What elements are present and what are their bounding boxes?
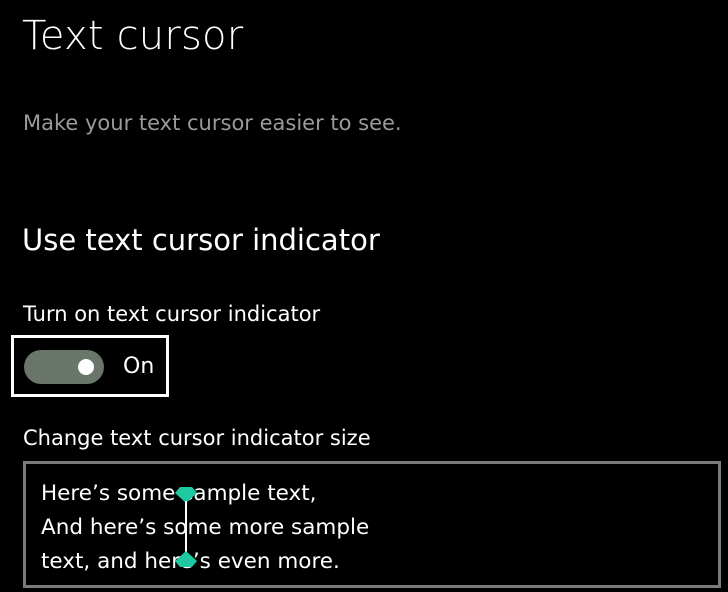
settings-page: Text cursor Make your text cursor easier… xyxy=(0,0,728,592)
text-cursor-indicator-toggle[interactable]: On xyxy=(11,335,169,397)
toggle-state-text: On xyxy=(123,354,155,379)
page-description: Make your text cursor easier to see. xyxy=(23,111,402,135)
preview-line-1: Here’s some sample text, xyxy=(41,481,317,506)
preview-line-3: text, and here’s even more. xyxy=(41,549,340,574)
indicator-preview-box: Here’s some sample text, And here’s some… xyxy=(23,461,721,588)
toggle-label: Turn on text cursor indicator xyxy=(23,302,321,326)
toggle-knob[interactable] xyxy=(78,359,94,375)
size-label: Change text cursor indicator size xyxy=(23,426,371,450)
page-title: Text cursor xyxy=(22,13,244,59)
text-cursor-indicator-icon xyxy=(175,487,197,567)
section-heading: Use text cursor indicator xyxy=(22,223,380,257)
preview-text: Here’s some sample text, And here’s some… xyxy=(41,477,369,579)
toggle-track[interactable] xyxy=(24,350,104,384)
preview-line-2: And here’s some more sample xyxy=(41,515,370,540)
